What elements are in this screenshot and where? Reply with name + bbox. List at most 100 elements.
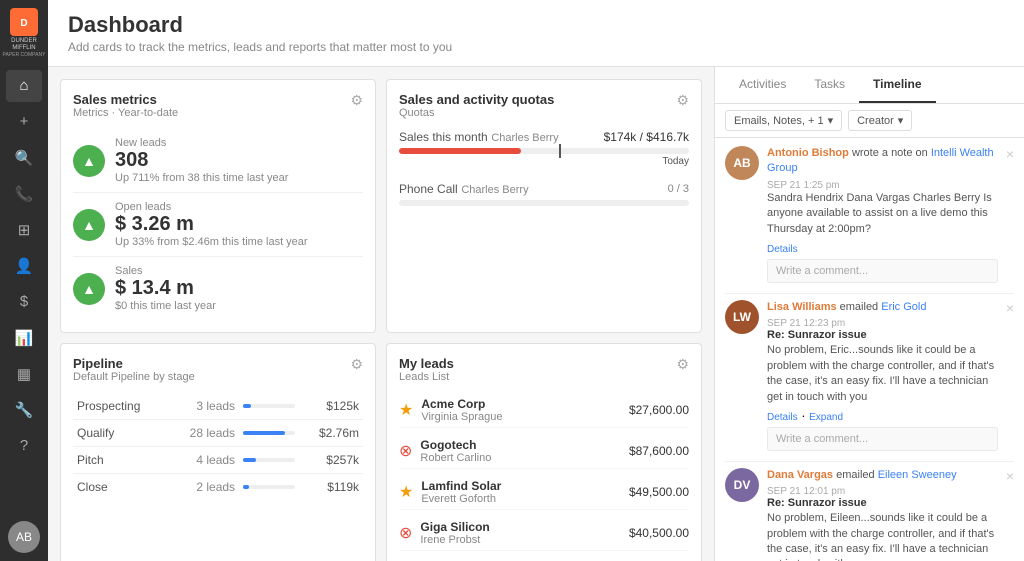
- timeline-filters: Emails, Notes, + 1 ▾ Creator ▾: [715, 104, 1024, 138]
- details-link[interactable]: Details: [767, 412, 798, 423]
- comment-input[interactable]: Write a comment...: [767, 427, 998, 451]
- lead-info: Lamfind Solar Everett Goforth: [421, 479, 621, 505]
- lead-value: $40,500.00: [629, 526, 689, 540]
- sidebar-item-chart[interactable]: 📊: [6, 322, 42, 354]
- sidebar-item-add[interactable]: +: [6, 106, 42, 138]
- lead-icon: ⊗: [399, 441, 412, 461]
- metrics-panel-title: Sales metrics: [73, 92, 178, 107]
- quotas-panel-titles: Sales and activity quotas Quotas: [399, 92, 554, 119]
- timeline-actor: Dana Vargas: [767, 469, 833, 481]
- leads-panel-title: My leads: [399, 356, 454, 371]
- comment-input[interactable]: Write a comment...: [767, 259, 998, 283]
- table-row: Qualify 28 leads $2.76m: [73, 420, 363, 447]
- page-subtitle: Add cards to track the metrics, leads an…: [68, 40, 1004, 54]
- tab-tasks[interactable]: Tasks: [800, 67, 859, 103]
- lead-name: Acme Corp: [421, 397, 621, 411]
- center-panels: Sales metrics Metrics · Year-to-date ⚙ ▲…: [48, 67, 714, 561]
- sidebar-item-home[interactable]: ⌂: [6, 70, 42, 102]
- pipeline-panel: Pipeline Default Pipeline by stage ⚙ Pro…: [60, 343, 376, 561]
- timeline-text: Sandra Hendrix Dana Vargas Charles Berry…: [767, 191, 998, 237]
- list-item: ⊗ Giga Silicon Irene Probst $40,500.00: [399, 516, 689, 551]
- quota-sales-label: Sales this month: [399, 130, 488, 144]
- bottom-panels-row: Pipeline Default Pipeline by stage ⚙ Pro…: [60, 343, 702, 561]
- timeline-datetime: SEP 21 12:01 pm: [767, 486, 998, 497]
- sales-data: Sales $ 13.4 m $0 this time last year: [115, 265, 216, 312]
- sidebar: D DUNDERMIFFLINPAPER COMPANY ⌂ + 🔍 📞 ⊞ 👤…: [0, 0, 48, 561]
- tab-timeline[interactable]: Timeline: [859, 67, 935, 103]
- sidebar-item-phone[interactable]: 📞: [6, 178, 42, 210]
- timeline-body: Dana Vargas emailed Eileen Sweeney SEP 2…: [767, 468, 998, 561]
- sidebar-item-help[interactable]: ?: [6, 430, 42, 462]
- timeline-actor: Antonio Bishop: [767, 147, 849, 159]
- quota-sales-name: Sales this month Charles Berry: [399, 129, 559, 144]
- quota-phone-label: Phone Call: [399, 182, 458, 196]
- metric-open-leads: ▲ Open leads $ 3.26 m Up 33% from $2.46m…: [73, 193, 363, 257]
- quota-phone-header: Phone Call Charles Berry 0 / 3: [399, 181, 689, 196]
- timeline-actions: Details · Expand: [767, 408, 998, 423]
- quota-today-label: Today: [399, 156, 689, 167]
- open-leads-arrow-icon: ▲: [73, 209, 105, 241]
- timeline-datetime: SEP 21 12:23 pm: [767, 318, 998, 329]
- lead-icon: ⊗: [399, 523, 412, 543]
- sidebar-item-table[interactable]: ▦: [6, 358, 42, 390]
- user-avatar[interactable]: AB: [8, 521, 40, 553]
- expand-link[interactable]: Expand: [809, 412, 843, 423]
- timeline-action: emailed: [840, 301, 882, 313]
- company-logo: D DUNDERMIFFLINPAPER COMPANY: [3, 8, 46, 60]
- timeline-close-btn[interactable]: ×: [1006, 468, 1014, 484]
- lead-value: $27,600.00: [629, 403, 689, 417]
- page-title: Dashboard: [68, 12, 1004, 38]
- quota-sales-header: Sales this month Charles Berry $174k / $…: [399, 129, 689, 144]
- list-item: ★ Acme Corp Virginia Sprague $27,600.00: [399, 393, 689, 428]
- pipeline-panel-titles: Pipeline Default Pipeline by stage: [73, 356, 195, 383]
- leads-gear-icon[interactable]: ⚙: [676, 356, 689, 373]
- sidebar-item-person[interactable]: 👤: [6, 250, 42, 282]
- sidebar-item-grid[interactable]: ⊞: [6, 214, 42, 246]
- pipeline-stage-bar: [239, 447, 299, 474]
- leads-list: ★ Acme Corp Virginia Sprague $27,600.00 …: [399, 393, 689, 561]
- lead-info: Acme Corp Virginia Sprague: [421, 397, 621, 423]
- timeline-actions: Details: [767, 240, 998, 255]
- table-row: Close 2 leads $119k: [73, 474, 363, 501]
- top-panels-row: Sales metrics Metrics · Year-to-date ⚙ ▲…: [60, 79, 702, 333]
- metrics-gear-icon[interactable]: ⚙: [350, 92, 363, 109]
- tab-activities[interactable]: Activities: [725, 67, 800, 103]
- open-leads-value: $ 3.26 m: [115, 213, 308, 236]
- timeline-close-btn[interactable]: ×: [1006, 300, 1014, 316]
- metrics-panel-titles: Sales metrics Metrics · Year-to-date: [73, 92, 178, 119]
- sidebar-item-search[interactable]: 🔍: [6, 142, 42, 174]
- quota-sales-month: Sales this month Charles Berry $174k / $…: [399, 129, 689, 167]
- timeline-meta: Lisa Williams emailed Eric Gold: [767, 300, 998, 315]
- pipeline-stage-value: $2.76m: [299, 420, 363, 447]
- sidebar-item-puzzle[interactable]: 🔧: [6, 394, 42, 426]
- quotas-gear-icon[interactable]: ⚙: [676, 92, 689, 109]
- email-filter-button[interactable]: Emails, Notes, + 1 ▾: [725, 110, 842, 131]
- creator-filter-button[interactable]: Creator ▾: [848, 110, 912, 131]
- sales-change: $0 this time last year: [115, 300, 216, 312]
- sidebar-item-dollar[interactable]: $: [6, 286, 42, 318]
- new-leads-label: New leads: [115, 137, 288, 149]
- timeline-target: Eileen Sweeney: [878, 469, 957, 481]
- pipeline-stage-bar: [239, 393, 299, 420]
- pipeline-stage-name: Pitch: [73, 447, 168, 474]
- logo-icon: D: [10, 8, 38, 36]
- main-content: Dashboard Add cards to track the metrics…: [48, 0, 1024, 561]
- quota-sales-fill: [399, 148, 521, 154]
- quotas-panel-subtitle: Quotas: [399, 107, 554, 119]
- sales-metrics-panel: Sales metrics Metrics · Year-to-date ⚙ ▲…: [60, 79, 376, 333]
- pipeline-gear-icon[interactable]: ⚙: [350, 356, 363, 373]
- details-link[interactable]: Details: [767, 244, 798, 255]
- timeline-close-btn[interactable]: ×: [1006, 146, 1014, 162]
- pipeline-stage-value: $257k: [299, 447, 363, 474]
- timeline-action: wrote a note on: [852, 147, 931, 159]
- metric-new-leads: ▲ New leads 308 Up 711% from 38 this tim…: [73, 129, 363, 193]
- new-leads-data: New leads 308 Up 711% from 38 this time …: [115, 137, 288, 184]
- pipeline-stage-leads: 3 leads: [168, 393, 239, 420]
- lead-person: Everett Goforth: [421, 493, 621, 505]
- quotas-panel-title: Sales and activity quotas: [399, 92, 554, 107]
- creator-filter-label: Creator: [857, 115, 894, 127]
- open-leads-change: Up 33% from $2.46m this time last year: [115, 236, 308, 248]
- right-panel-tabs: Activities Tasks Timeline: [715, 67, 1024, 104]
- quota-sales-assignee: Charles Berry: [491, 132, 558, 144]
- timeline-text: No problem, Eric...sounds like it could …: [767, 343, 998, 405]
